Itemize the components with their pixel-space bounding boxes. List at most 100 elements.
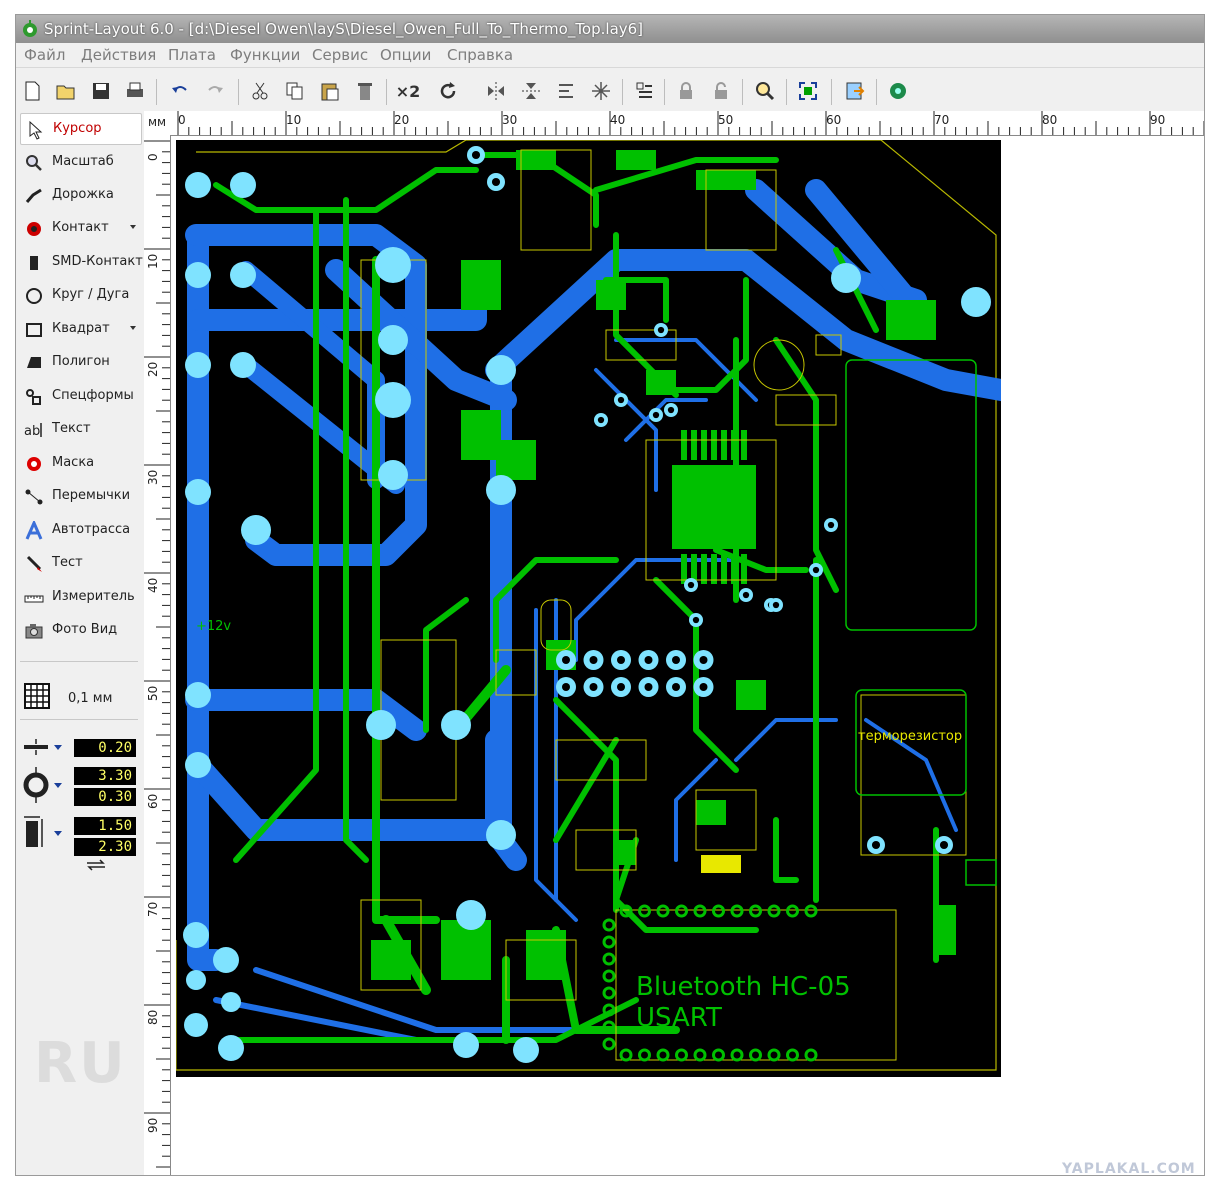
tool-test[interactable]: Тест	[20, 548, 140, 578]
print-icon[interactable]	[121, 77, 149, 105]
pad	[456, 900, 486, 930]
jumper-icon	[25, 489, 43, 505]
tool-zoom[interactable]: Масштаб	[20, 147, 140, 177]
thermistor-label: терморезистор	[858, 729, 962, 744]
menu-help[interactable]: Справка	[447, 46, 513, 64]
tool-panel: Курсор Масштаб Дорожка Контакт SMD-Конта…	[16, 111, 143, 1175]
tool-pad[interactable]: Контакт	[20, 213, 140, 243]
special-shapes-icon	[26, 389, 41, 405]
tool-mask[interactable]: Маска	[20, 448, 140, 478]
pad	[375, 382, 411, 418]
align-icon[interactable]	[552, 77, 580, 105]
grid-size-label: 0,1 мм	[68, 691, 113, 706]
pad	[185, 172, 211, 198]
tool-circle-arc[interactable]: Круг / Дуга	[20, 280, 140, 310]
pad	[441, 710, 471, 740]
tool-special-shapes[interactable]: Спецформы	[20, 381, 140, 411]
ruler-vertical: 0 10 20 30 40 50 60 70 80 90	[144, 135, 171, 1175]
toolbar: ×2	[16, 75, 1204, 109]
cut-icon[interactable]	[246, 77, 274, 105]
search-icon[interactable]	[751, 77, 779, 105]
undo-icon[interactable]	[166, 77, 194, 105]
import-icon[interactable]	[841, 77, 869, 105]
tool-measure[interactable]: Измеритель	[20, 582, 140, 612]
pad	[961, 287, 991, 317]
pad	[186, 970, 206, 990]
pad	[184, 1013, 208, 1037]
menu-file[interactable]: Файл	[24, 46, 65, 64]
magnifier-icon	[26, 155, 42, 171]
component-icon[interactable]	[884, 77, 912, 105]
tool-smd-pad[interactable]: SMD-Контакт	[20, 247, 143, 277]
menu-service[interactable]: Сервис	[312, 46, 368, 64]
copy-icon[interactable]	[281, 77, 309, 105]
unlock-icon[interactable]	[707, 77, 735, 105]
open-folder-icon[interactable]	[52, 77, 80, 105]
menu-board[interactable]: Плата	[168, 46, 216, 64]
menu-actions[interactable]: Действия	[81, 46, 156, 64]
tool-polygon[interactable]: Полигон	[20, 347, 140, 377]
pad-inner-diameter-input[interactable]: 0.30	[74, 788, 136, 806]
layout-canvas[interactable]: +12v терморезистор Bluetooth HC-05 USART	[171, 136, 1204, 1175]
pad	[213, 947, 239, 973]
site-watermark: YAPLAKAL.COM	[1062, 1161, 1196, 1177]
pad	[230, 172, 256, 198]
window-title: Sprint-Layout 6.0 - [d:\Diesel Owen\layS…	[44, 20, 644, 38]
pad	[486, 355, 516, 385]
pad	[185, 479, 211, 505]
tool-text[interactable]: ab Текст	[20, 414, 140, 444]
tool-square[interactable]: Квадрат	[20, 314, 140, 344]
tool-cursor[interactable]: Курсор	[20, 113, 142, 145]
pad	[378, 325, 408, 355]
camera-icon	[25, 624, 43, 639]
smd-width-input[interactable]: 1.50	[74, 817, 136, 835]
save-icon[interactable]	[87, 77, 115, 105]
pad	[183, 922, 209, 948]
list-icon[interactable]	[630, 77, 658, 105]
group-icon[interactable]	[587, 77, 615, 105]
smd-size-icon	[24, 816, 62, 847]
app-logo-icon	[23, 20, 37, 37]
tool-jumper[interactable]: Перемычки	[20, 481, 140, 511]
pad	[831, 263, 861, 293]
pad	[218, 1035, 244, 1061]
rotate-icon[interactable]	[434, 77, 462, 105]
usart-label: USART	[636, 1003, 722, 1033]
ru-watermark: RU	[34, 1031, 127, 1096]
chevron-down-icon[interactable]	[130, 225, 136, 229]
text-icon: ab	[24, 423, 42, 439]
paste-icon[interactable]	[316, 77, 344, 105]
pad	[378, 460, 408, 490]
cursor-arrow-icon	[29, 120, 43, 140]
smd-height-input[interactable]: 2.30	[74, 838, 136, 856]
track-width-icon	[24, 739, 62, 755]
tool-autoroute[interactable]: Автотрасса	[20, 515, 140, 545]
pad-outer-diameter-input[interactable]: 3.30	[74, 767, 136, 785]
pad	[185, 752, 211, 778]
voltage-label: +12v	[196, 619, 231, 634]
pcb-board[interactable]: +12v терморезистор Bluetooth HC-05 USART	[176, 140, 1001, 1077]
menu-functions[interactable]: Функции	[230, 46, 300, 64]
mirror-vertical-icon[interactable]	[517, 77, 545, 105]
multiply-icon[interactable]: ×2	[394, 77, 422, 105]
svg-text:ab: ab	[24, 424, 40, 439]
zoom-fit-icon[interactable]	[794, 77, 822, 105]
grid-button[interactable]	[24, 683, 50, 709]
pad	[230, 262, 256, 288]
lock-icon[interactable]	[672, 77, 700, 105]
swap-icon[interactable]	[84, 859, 108, 871]
menu-bar: Файл Действия Плата Функции Сервис Опции…	[16, 43, 1204, 68]
chevron-down-icon[interactable]	[130, 326, 136, 330]
pad	[486, 475, 516, 505]
test-probe-icon	[26, 555, 42, 572]
new-file-icon[interactable]	[18, 77, 46, 105]
pad	[486, 820, 516, 850]
mirror-horizontal-icon[interactable]	[482, 77, 510, 105]
redo-icon[interactable]	[201, 77, 229, 105]
square-icon	[26, 323, 42, 337]
tool-track[interactable]: Дорожка	[20, 180, 140, 210]
menu-options[interactable]: Опции	[380, 46, 431, 64]
track-width-input[interactable]: 0.20	[74, 739, 136, 757]
tool-photo-view[interactable]: Фото Вид	[20, 615, 140, 645]
delete-icon[interactable]	[351, 77, 379, 105]
